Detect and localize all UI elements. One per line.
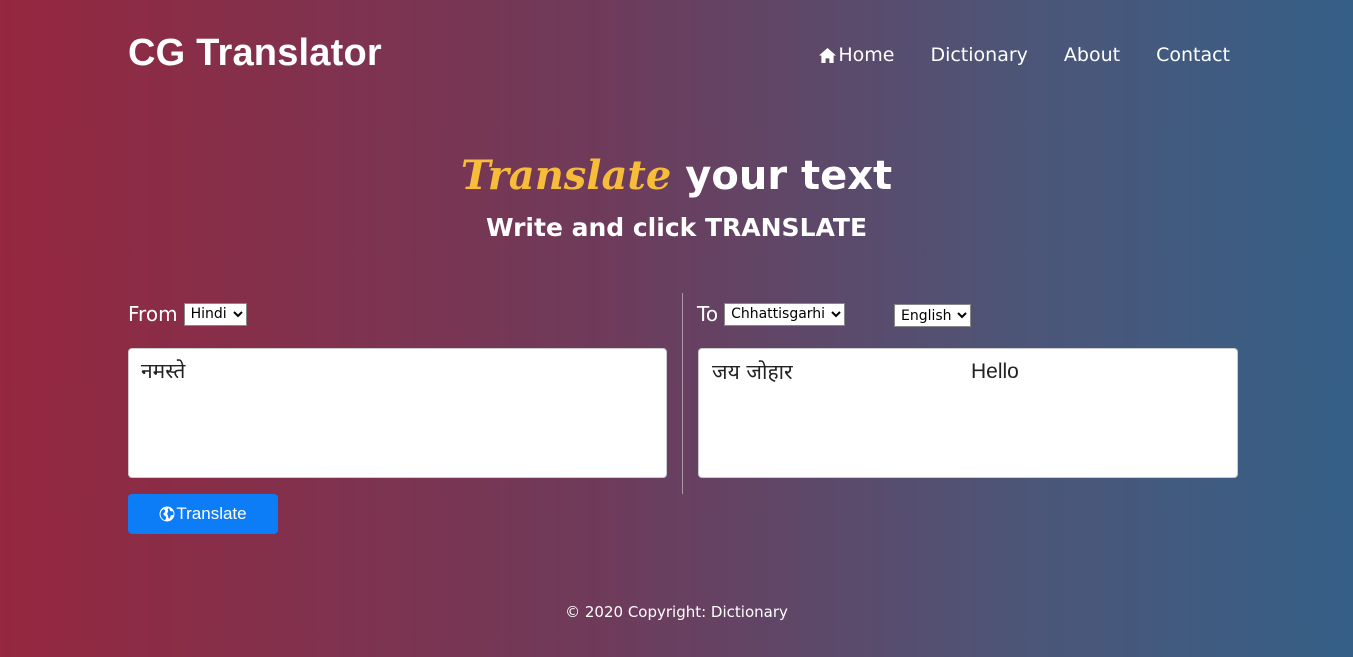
nav-home-label: Home	[838, 44, 895, 66]
nav-contact[interactable]: Contact	[1156, 44, 1230, 66]
target-language-wrapper: English	[894, 304, 971, 327]
target-language-select[interactable]: English	[894, 304, 971, 327]
output-chhattisgarhi-text: जय जोहार	[712, 360, 793, 384]
destination-language-select[interactable]: Chhattisgarhi	[724, 302, 846, 326]
page-title-rest: your text	[671, 153, 893, 199]
destination-language-row: To Chhattisgarhi	[697, 302, 846, 326]
translation-output[interactable]: जय जोहार Hello	[698, 348, 1238, 478]
page-subtitle-prefix: Write and click	[485, 213, 705, 242]
page-subtitle: Write and click TRANSLATE	[0, 213, 1353, 242]
from-label: From	[128, 302, 178, 326]
page-title-accent: Translate	[460, 152, 672, 199]
home-icon	[819, 47, 837, 63]
globe-icon	[159, 506, 175, 522]
brand-logo[interactable]: CG Translator	[128, 32, 382, 75]
main-nav: Home Dictionary About Contact	[818, 44, 1230, 66]
translate-button-label: Translate	[176, 504, 247, 523]
source-language-row: From Hindi	[128, 302, 247, 326]
nav-about[interactable]: About	[1064, 44, 1120, 66]
page-title: Translate your text	[0, 152, 1353, 199]
column-divider	[682, 293, 683, 494]
output-english-text: Hello	[971, 360, 1019, 383]
nav-dictionary[interactable]: Dictionary	[930, 44, 1027, 66]
page-subtitle-strong: TRANSLATE	[704, 213, 868, 242]
translate-button[interactable]: Translate	[128, 494, 278, 534]
source-text-value: नमस्ते	[141, 359, 186, 383]
to-label: To	[697, 302, 719, 326]
footer-copyright: © 2020 Copyright: Dictionary	[565, 603, 788, 621]
source-text-input[interactable]: नमस्ते	[128, 348, 667, 478]
nav-home[interactable]: Home	[818, 44, 894, 66]
source-language-select[interactable]: Hindi	[183, 302, 247, 326]
